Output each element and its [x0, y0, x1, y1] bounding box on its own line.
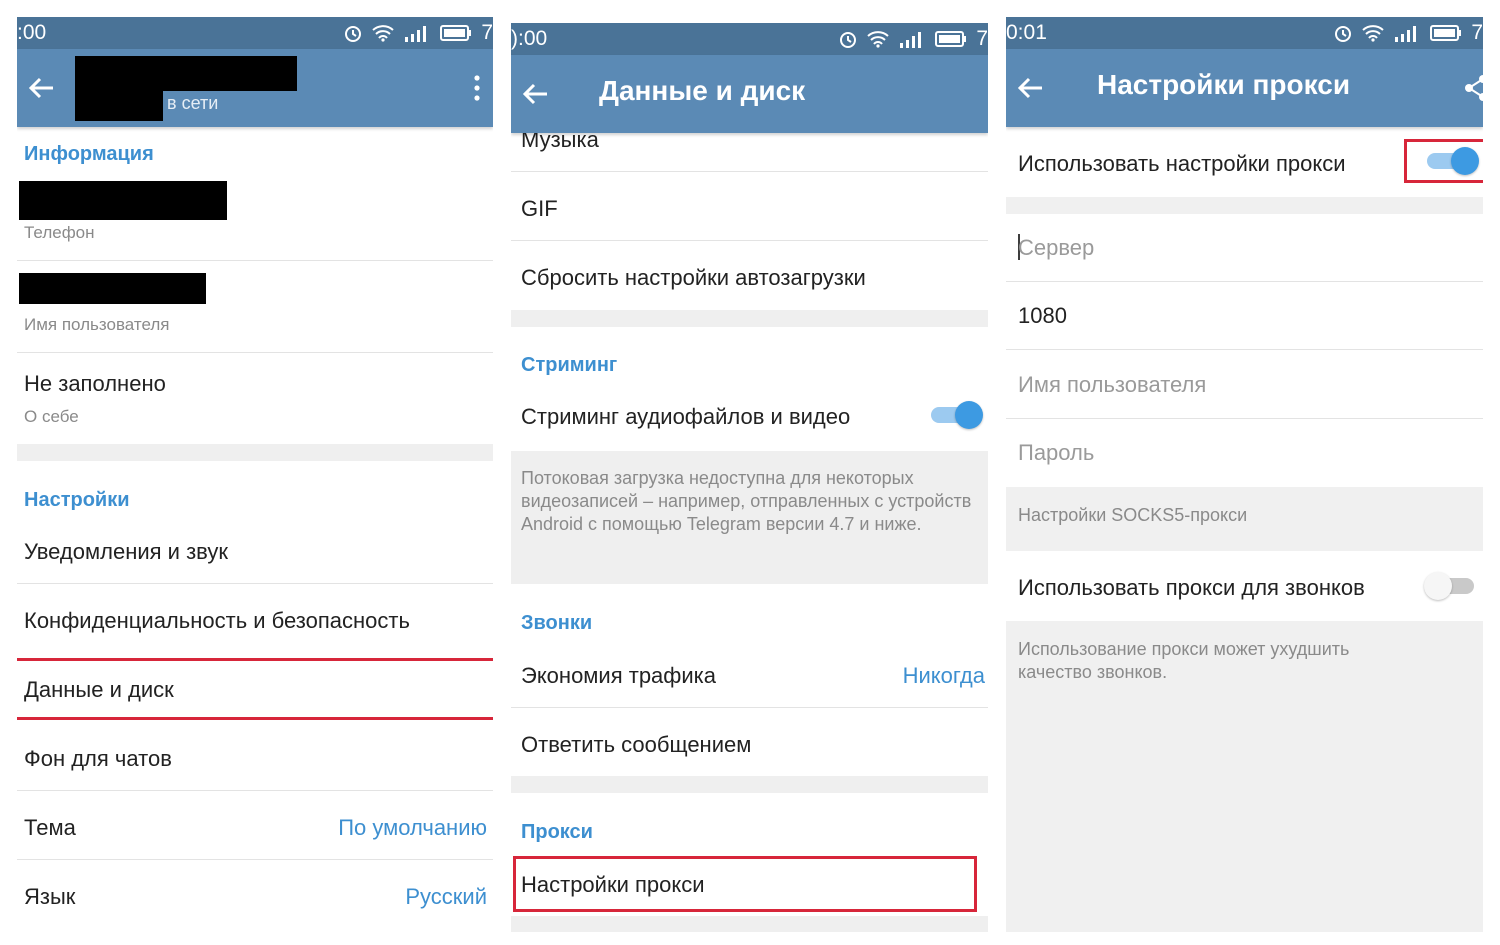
port-input[interactable]: 1080 [1018, 303, 1067, 329]
section-streaming-header: Стриминг [521, 354, 618, 376]
streaming-note: Потоковая загрузка недоступна для некото… [521, 468, 972, 534]
battery-level: 7 [976, 27, 988, 50]
more-options-icon[interactable] [471, 73, 483, 103]
status-bar: :00 7 [17, 17, 493, 49]
wifi-icon [867, 31, 889, 48]
signal-icon [900, 32, 922, 48]
online-status: в сети [167, 93, 219, 113]
menu-item-theme[interactable]: Тема [24, 815, 76, 841]
section-gap [511, 916, 988, 932]
proxy-calls-label: Использовать прокси для звонков [1018, 575, 1365, 600]
socks5-note: Настройки SOCKS5-прокси [1018, 505, 1248, 525]
reply-with-message-item[interactable]: Ответить сообщением [521, 732, 751, 758]
redacted-profile-name [75, 56, 297, 91]
menu-item-chat-wallpaper[interactable]: Фон для чатов [24, 746, 172, 772]
section-proxy-header: Прокси [521, 821, 593, 843]
reset-autodownload-button[interactable]: Сбросить настройки автозагрузки [521, 265, 866, 291]
back-arrow-icon[interactable] [1016, 73, 1046, 103]
profile-screen: :00 7 в сети Информация Телефон Имя поль… [17, 17, 493, 932]
section-calls-header: Звонки [521, 612, 593, 634]
divider [17, 583, 493, 584]
section-info-header: Информация [24, 143, 154, 165]
proxy-settings-screen: 0:01 7 Настройки прокси Использовать нас… [1006, 17, 1483, 932]
divider [1006, 349, 1483, 350]
signal-icon [1395, 26, 1417, 42]
status-time: 0:01 [1006, 21, 1047, 44]
proxy-calls-toggle[interactable] [1424, 571, 1478, 601]
status-icons: 7 [343, 21, 493, 45]
section-gap [17, 444, 493, 461]
page-title: Данные и диск [599, 75, 806, 106]
username-input[interactable]: Имя пользователя [1018, 372, 1206, 398]
signal-icon [405, 26, 427, 42]
menu-item-gif[interactable]: GIF [521, 196, 558, 222]
divider [1006, 281, 1483, 282]
menu-item-data-storage[interactable]: Данные и диск [24, 677, 174, 703]
divider [17, 260, 493, 261]
battery-level: 7 [1471, 21, 1483, 44]
divider [1006, 418, 1483, 419]
streaming-label: Стриминг аудиофайлов и видео [521, 404, 851, 429]
use-proxy-label: Использовать настройки прокси [1018, 151, 1346, 176]
section-gap [511, 310, 988, 327]
battery-icon [440, 25, 472, 41]
share-icon[interactable] [1461, 73, 1483, 103]
traffic-saving-value: Никогда [902, 663, 985, 688]
divider [17, 352, 493, 353]
password-input[interactable]: Пароль [1018, 440, 1094, 466]
divider [511, 707, 988, 708]
server-input[interactable]: Сервер [1018, 235, 1094, 261]
traffic-saving-item[interactable]: Экономия трафика [521, 663, 716, 689]
menu-item-privacy[interactable]: Конфиденциальность и безопасность [24, 608, 410, 634]
redacted-phone [19, 181, 227, 220]
phone-caption: Телефон [24, 223, 95, 242]
status-time: ):00 [511, 27, 548, 50]
menu-item-language[interactable]: Язык [24, 884, 75, 910]
battery-level: 7 [481, 21, 493, 44]
redacted-profile-avatar [75, 89, 163, 121]
battery-icon [935, 31, 967, 47]
status-bar: 0:01 7 [1006, 17, 1483, 49]
status-icons: 7 [1333, 21, 1483, 45]
divider [17, 790, 493, 791]
section-gap [511, 776, 988, 793]
section-settings-header: Настройки [24, 489, 130, 511]
highlight-line-bottom [17, 717, 493, 720]
username-caption: Имя пользователя [24, 315, 170, 334]
divider [511, 240, 988, 241]
theme-value: По умолчанию [338, 815, 487, 840]
profile-header: в сети [17, 49, 493, 127]
battery-icon [1430, 25, 1462, 41]
status-icons: 7 [838, 27, 988, 51]
wifi-icon [372, 25, 394, 42]
data-storage-screen: ):00 7 Данные и диск Музыка GIF Сбросить… [511, 23, 988, 932]
calls-note: Использование прокси может ухудшить каче… [1018, 639, 1350, 682]
bio-caption: О себе [24, 407, 79, 426]
data-storage-header: Данные и диск [511, 55, 988, 133]
divider [511, 171, 988, 172]
toggle-knob [955, 401, 983, 429]
alarm-icon [345, 26, 362, 42]
streaming-toggle[interactable] [929, 400, 983, 430]
bio-value[interactable]: Не заполнено [24, 371, 166, 397]
alarm-icon [1335, 26, 1352, 42]
back-arrow-icon[interactable] [27, 73, 57, 103]
highlight-box [513, 856, 977, 912]
status-time: :00 [17, 21, 47, 44]
proxy-settings-header: Настройки прокси [1006, 49, 1483, 127]
highlight-line-top [17, 658, 493, 661]
highlight-box [1404, 139, 1483, 183]
page-title: Настройки прокси [1097, 69, 1351, 100]
back-arrow-icon[interactable] [521, 79, 551, 109]
wifi-icon [1362, 25, 1384, 42]
menu-item-notifications[interactable]: Уведомления и звук [24, 539, 228, 565]
language-value: Русский [405, 884, 487, 909]
divider [17, 859, 493, 860]
redacted-username [19, 273, 206, 304]
status-bar: ):00 7 [511, 23, 988, 55]
toggle-knob [1424, 572, 1452, 600]
alarm-icon [840, 32, 857, 48]
